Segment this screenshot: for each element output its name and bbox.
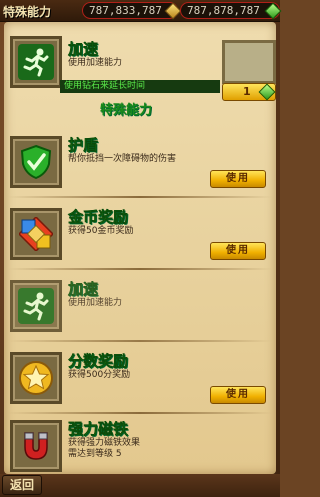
extend-time-banner: 使用钻石来延长时间 [60,80,220,93]
list-item: 分数奖励 获得500分奖励 使用 [8,346,272,414]
runner-icon [18,44,54,80]
item-desc: 帮你抵挡一次障碍物的伤害 [68,154,177,164]
use-button[interactable]: 使用 [210,386,266,404]
shield-icon [18,144,54,180]
coin-bonus-icon [18,216,54,252]
divider [8,340,272,342]
list-item: 护盾 帮你抵挡一次障碍物的伤害 使用 [8,130,272,198]
gold-amount: 787,833,787 [89,4,162,17]
star-icon [18,360,54,396]
item-desc: 获得50金币奖励 [68,226,134,236]
item-name: 金币奖励 [68,208,129,226]
runner-icon-box [10,280,62,332]
runner-icon [18,288,54,324]
section-title: 特殊能力 [100,103,153,118]
item-desc: 获得500分奖励 [68,370,131,380]
divider [8,196,272,198]
green-gem-icon [264,2,282,20]
use-button[interactable]: 使用 [210,170,266,188]
gem-cost: 1 [243,85,251,98]
top-bar: 特殊能力 787,833,787 787,878,787 [0,0,282,22]
list-item: 金币奖励 获得50金币奖励 使用 [8,202,272,270]
list-item: 加速 使用加速能力 [8,274,272,342]
shield-icon-box [10,136,62,188]
item-name: 分数奖励 [68,352,129,370]
item-desc-line: 获得强力磁铁效果 [68,438,141,448]
gold-diamond-icon [164,2,182,20]
magnet-icon-box [10,420,62,472]
gem-amount: 787,878,787 [187,4,260,17]
item-name: 护盾 [68,136,99,154]
star-icon-box [10,352,62,404]
active-ability-desc: 使用加速能力 [68,58,123,68]
item-name: 加速 [68,280,99,298]
bottom-strip [0,474,280,497]
list-item: 强力磁铁 获得强力磁铁效果 需达到等级 5 [8,414,272,482]
coin-bonus-icon-box [10,208,62,260]
ability-slot[interactable] [222,40,276,84]
divider [8,268,272,270]
green-gem-icon [258,83,276,101]
runner-icon-box [10,36,62,88]
level-requirement: 需达到等级 5 [68,449,122,459]
back-button[interactable]: 返回 [2,475,42,495]
magnet-icon [18,428,54,464]
item-desc: 使用加速能力 [68,298,123,308]
page-title: 特殊能力 [3,5,52,19]
extend-time-button[interactable]: 1 [222,83,276,101]
gem-currency: 787,878,787 [180,2,282,20]
use-button[interactable]: 使用 [210,242,266,260]
item-desc: 获得强力磁铁效果 需达到等级 5 [68,438,218,460]
item-name: 强力磁铁 [68,420,129,438]
gold-currency: 787,833,787 [82,2,182,20]
active-ability-name: 加速 [68,40,99,58]
